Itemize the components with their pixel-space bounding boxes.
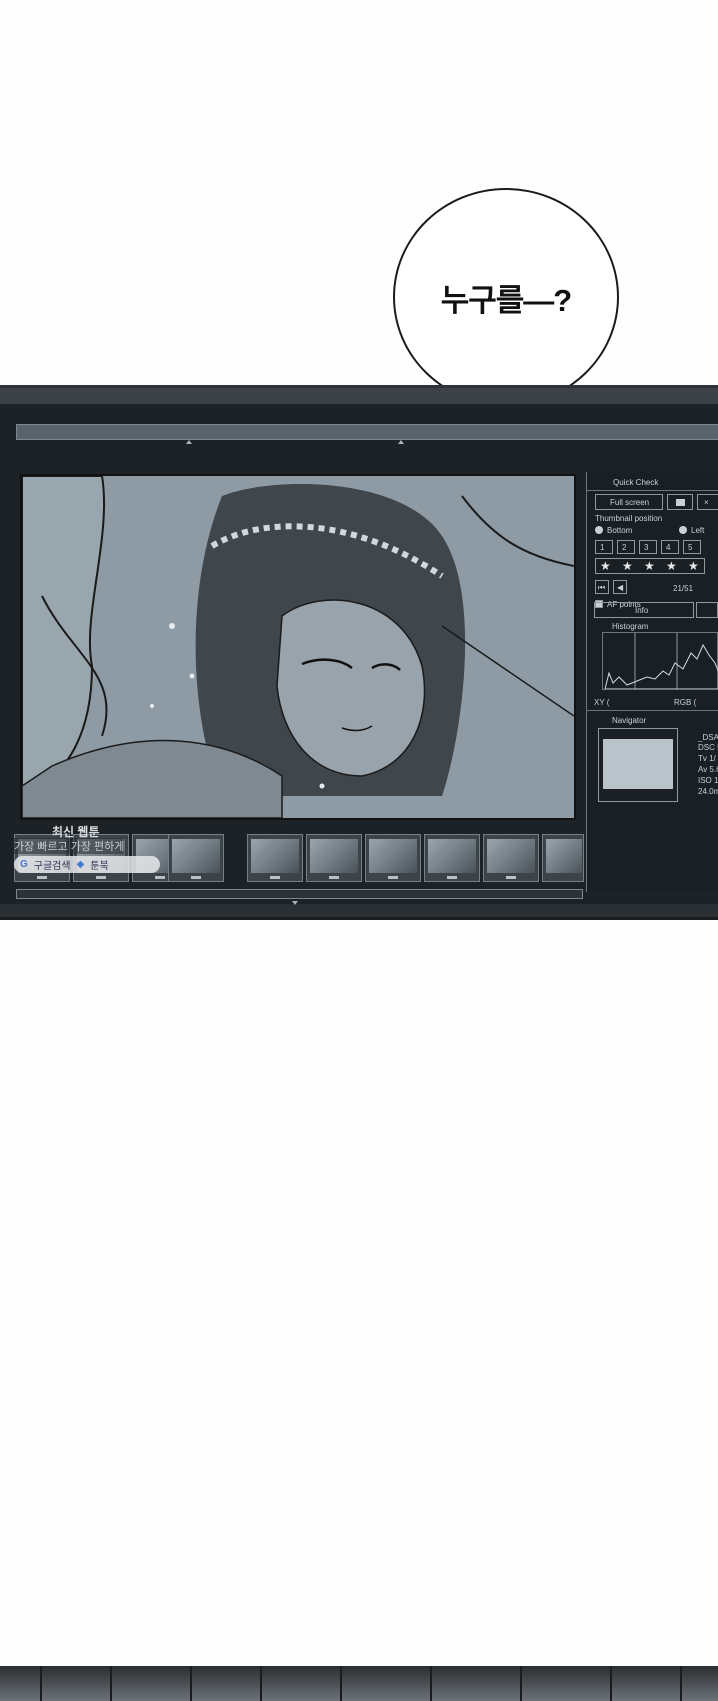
info-button[interactable]: Info (594, 602, 694, 618)
thumbnail[interactable] (168, 834, 224, 882)
exif-line-5: ISO 1 (698, 776, 718, 785)
up-arrow-icon[interactable] (398, 440, 404, 444)
star-icon: ★ (666, 559, 677, 573)
histogram-label: Histogram (612, 622, 649, 631)
speech-bubble-text: 누구를—? (440, 282, 572, 318)
monitor-screen: 최신 웹툰 가장 빠르고 가장 편하게 G 구글검색 ◆ 툰북 Quick Ch… (0, 385, 718, 920)
star-icon: ★ (644, 559, 655, 573)
prev-image-button[interactable]: ◀ (613, 580, 627, 594)
skip-back-icon: ⏮ (598, 583, 606, 592)
star-icon: ★ (622, 559, 633, 573)
watermark-brand: 툰북 (90, 861, 109, 872)
image-counter: 21/51 (673, 584, 694, 593)
monitor-bezel (0, 388, 718, 404)
bottom-toolbar-strip (16, 889, 583, 899)
bookmark-icon: ◆ (76, 859, 85, 870)
grid-view-button[interactable] (667, 494, 693, 510)
main-image (20, 474, 576, 820)
thumbnail[interactable] (483, 834, 539, 882)
rgb-readout: RGB ( (674, 698, 697, 707)
xy-readout: XY ( (594, 698, 610, 707)
watermark: 최신 웹툰 가장 빠르고 가장 편하게 G 구글검색 ◆ 툰북 (14, 823, 164, 873)
exif-line-4: Av 5.6 (698, 765, 718, 774)
star-icon: ★ (600, 559, 611, 573)
speech-bubble: 누구를—? (393, 188, 619, 406)
info-extra-button[interactable] (696, 602, 718, 618)
star-rating[interactable]: ★ ★ ★ ★ ★ (595, 558, 705, 574)
thumbnail[interactable] (424, 834, 480, 882)
down-arrow-icon[interactable] (292, 901, 298, 905)
exif-line-3: Tv 1/ (698, 754, 716, 763)
close-icon: × (704, 498, 709, 507)
thumbnail[interactable] (365, 834, 421, 882)
exif-line-2: DSC 5 (698, 743, 718, 752)
rating-button-4[interactable]: 4 (661, 540, 679, 554)
left-radio[interactable] (679, 526, 687, 534)
prev-icon: ◀ (617, 583, 624, 592)
watermark-subtitle: 가장 빠르고 가장 편하게 (14, 838, 125, 854)
left-label: Left (691, 526, 705, 535)
rating-button-5[interactable]: 5 (683, 540, 701, 554)
full-screen-button[interactable]: Full screen (595, 494, 663, 510)
navigator-thumbnail[interactable] (598, 728, 678, 802)
top-toolbar-strip (16, 424, 718, 440)
up-arrow-icon[interactable] (186, 440, 192, 444)
thumbnail[interactable] (542, 834, 584, 882)
rating-button-1[interactable]: 1 (595, 540, 613, 554)
rating-button-3[interactable]: 3 (639, 540, 657, 554)
thumbnail[interactable] (247, 834, 303, 882)
next-panel-edge (0, 1666, 718, 1701)
grid-icon (676, 499, 685, 506)
navigator-label: Navigator (612, 716, 647, 725)
first-image-button[interactable]: ⏮ (595, 580, 609, 594)
google-icon: G (20, 859, 28, 870)
exif-line-1: _DSA (698, 733, 718, 742)
bottom-radio[interactable] (595, 526, 603, 534)
panel-title: Quick Check (613, 478, 659, 487)
histogram-graph (602, 632, 718, 690)
watermark-search-bar: G 구글검색 ◆ 툰북 (14, 856, 160, 873)
star-icon: ★ (688, 559, 699, 573)
close-button[interactable]: × (697, 494, 718, 510)
bottom-label: Bottom (607, 526, 633, 535)
rating-button-2[interactable]: 2 (617, 540, 635, 554)
exif-line-6: 24.0m (698, 787, 718, 796)
thumbnail[interactable] (306, 834, 362, 882)
thumbnail-position-label: Thumbnail position (595, 514, 663, 523)
watermark-search-label: 구글검색 (33, 861, 71, 872)
